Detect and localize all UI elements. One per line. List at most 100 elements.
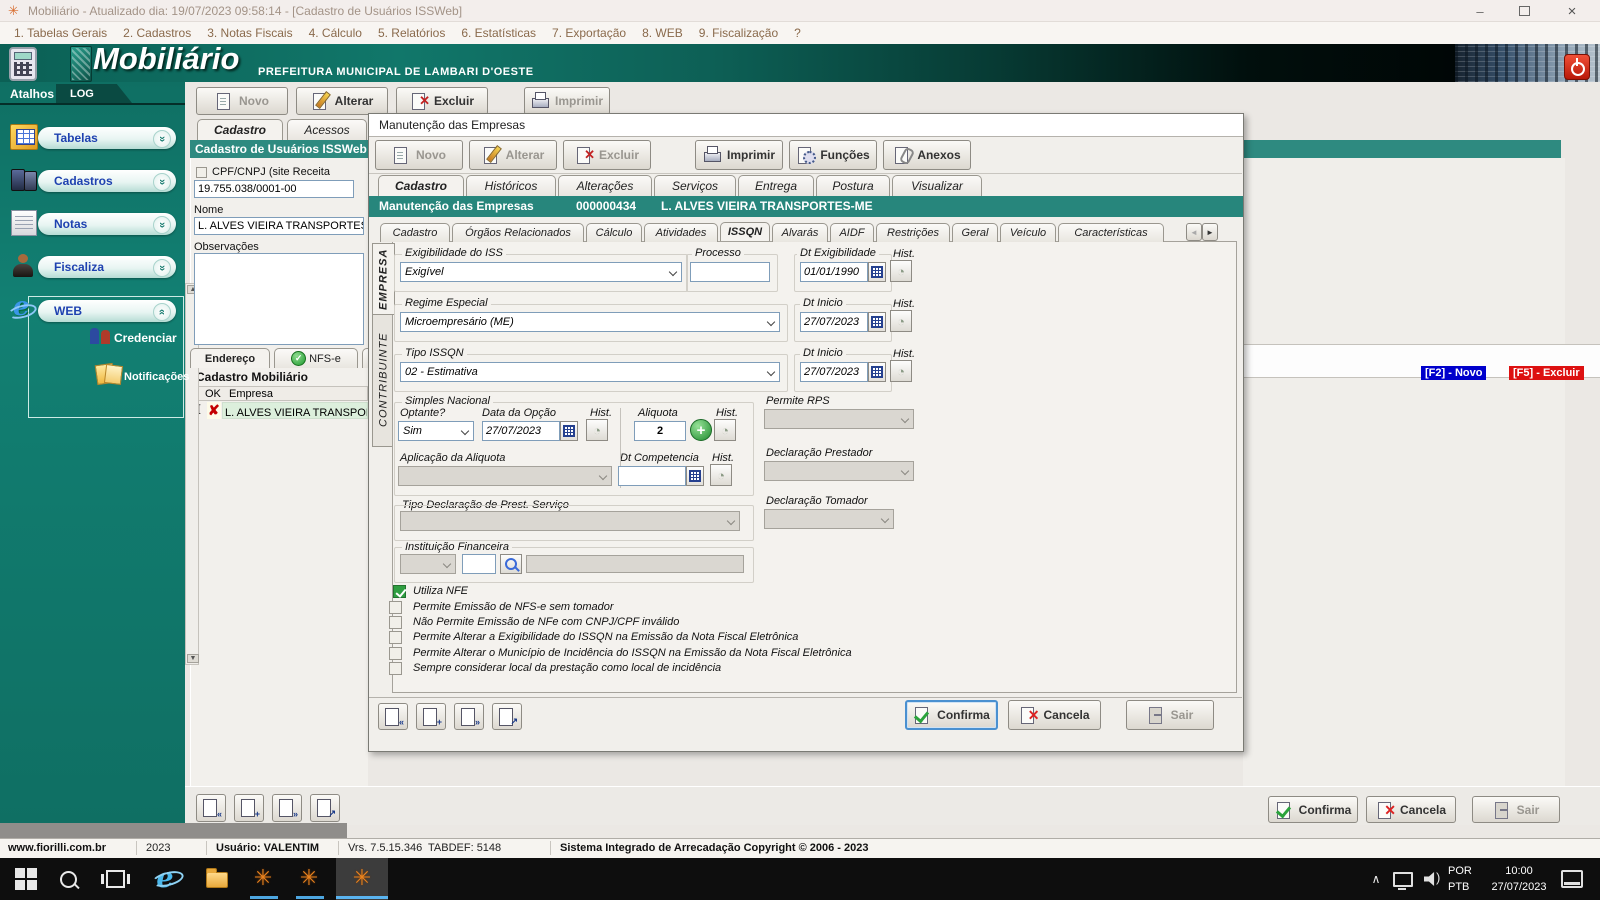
sidebar-item-notificacoes[interactable]: Notificações [124, 371, 189, 383]
dt-exigibilidade-input[interactable]: 01/01/1990 [800, 262, 868, 282]
taskbar-app3-button[interactable]: ✳ [347, 862, 377, 894]
excluir-button[interactable]: Excluir [396, 87, 488, 115]
processo-input[interactable] [690, 262, 770, 282]
record-last-button[interactable]: ↗ [492, 703, 522, 730]
novo-button[interactable]: Novo [196, 87, 288, 115]
instituicao-codigo-input[interactable] [462, 554, 496, 574]
issqn-tab-geral[interactable]: Geral [952, 223, 998, 242]
dialog-confirma-button[interactable]: Confirma [905, 700, 998, 730]
issqn-tab-restricoes[interactable]: Restrições [876, 223, 950, 242]
chevron-down-icon[interactable]: » [153, 259, 171, 277]
hist-button[interactable]: ◔ [710, 464, 732, 486]
tipo-issqn-select[interactable]: 02 - Estimativa [400, 362, 780, 382]
taskbar-app1-button[interactable]: ✳ [248, 862, 278, 894]
dialog-tab-visualizar[interactable]: Visualizar [892, 175, 982, 196]
tray-network-button[interactable] [1392, 870, 1414, 890]
menu-item-calculo[interactable]: 4. Cálculo [301, 26, 370, 40]
main-confirma-button[interactable]: Confirma [1268, 796, 1358, 823]
close-button[interactable]: × [1552, 0, 1592, 22]
restore-button[interactable] [1506, 0, 1542, 22]
start-button[interactable] [8, 868, 44, 890]
calendar-icon[interactable] [868, 262, 886, 282]
tab-nfse[interactable]: ✓ NFS-e [274, 348, 358, 368]
tray-expand-button[interactable]: ∧ [1366, 870, 1386, 888]
side-tab-empresa[interactable]: EMPRESA [372, 243, 395, 315]
permite-rps-select[interactable] [764, 409, 914, 429]
aliquota-input[interactable]: 2 [634, 421, 686, 441]
alterar-button[interactable]: Alterar [296, 87, 388, 115]
hist-button[interactable]: ◔ [890, 260, 912, 282]
hist-button[interactable]: ◔ [714, 419, 736, 441]
chevron-down-icon[interactable]: » [153, 130, 171, 148]
issqn-tab-issqn[interactable]: ISSQN [720, 222, 770, 241]
regime-select[interactable]: Microempresário (ME) [400, 312, 780, 332]
menu-item-relatorios[interactable]: 5. Relatórios [370, 26, 453, 40]
tipo-dt-input[interactable]: 27/07/2023 [800, 362, 868, 382]
instituicao-select[interactable] [400, 554, 456, 574]
checkbox-alterar-municipio[interactable] [389, 647, 402, 660]
declaracao-prestador-select[interactable] [764, 461, 914, 481]
dialog-novo-button[interactable]: Novo [375, 140, 463, 170]
sidebar-item-credenciar[interactable]: Credenciar [114, 331, 177, 345]
menu-item-fiscalizacao[interactable]: 9. Fiscalização [691, 26, 786, 40]
tipo-declaracao-select[interactable] [400, 511, 740, 531]
dialog-tab-alteracoes[interactable]: Alterações [558, 175, 652, 196]
main-record-next-button[interactable]: » [272, 794, 302, 822]
taskbar-search-button[interactable] [56, 870, 80, 888]
observacoes-textarea[interactable] [194, 253, 364, 345]
menu-item-cadastros[interactable]: 2. Cadastros [115, 26, 199, 40]
menu-item-notas-fiscais[interactable]: 3. Notas Fiscais [199, 26, 300, 40]
search-button[interactable] [500, 554, 522, 574]
menu-item-tabelas-gerais[interactable]: 1. Tabelas Gerais [6, 26, 115, 40]
action-center-button[interactable] [1560, 870, 1584, 888]
menu-item-help[interactable]: ? [786, 26, 809, 40]
record-next-button[interactable]: » [454, 703, 484, 730]
calendar-icon[interactable] [686, 466, 704, 486]
nome-input[interactable]: L. ALVES VIEIRA TRANSPORTES-ME [194, 217, 364, 235]
dialog-tab-servicos[interactable]: Serviços [654, 175, 736, 196]
checkbox-alterar-exigibilidade[interactable] [389, 631, 402, 644]
chevron-down-icon[interactable]: » [153, 173, 171, 191]
main-record-insert-button[interactable]: + [234, 794, 264, 822]
hist-button[interactable]: ◔ [890, 310, 912, 332]
tab-acessos[interactable]: Acessos [287, 119, 367, 140]
scroll-down-icon[interactable]: ▼ [187, 654, 199, 663]
dialog-titlebar[interactable]: Manutenção das Empresas [369, 114, 1243, 137]
dialog-anexos-button[interactable]: Anexos [883, 140, 971, 170]
imprimir-button[interactable]: Imprimir [524, 87, 610, 115]
dialog-alterar-button[interactable]: Alterar [469, 140, 557, 170]
optante-select[interactable]: Sim [398, 421, 474, 441]
cpf-checkbox[interactable] [196, 167, 207, 178]
chevron-down-icon[interactable]: » [153, 216, 171, 234]
dialog-excluir-button[interactable]: Excluir [563, 140, 651, 170]
dialog-imprimir-button[interactable]: Imprimir [695, 140, 783, 170]
exigibilidade-select[interactable]: Exigível [400, 262, 682, 282]
tray-language-button[interactable]: POR PTB [1448, 863, 1482, 895]
main-record-last-button[interactable]: ↗ [310, 794, 340, 822]
dialog-tab-postura[interactable]: Postura [816, 175, 890, 196]
issqn-tab-cadastro[interactable]: Cadastro [380, 223, 450, 242]
main-cancela-button[interactable]: Cancela [1366, 796, 1456, 823]
dialog-tab-entrega[interactable]: Entrega [738, 175, 814, 196]
menu-item-estatisticas[interactable]: 6. Estatísticas [453, 26, 544, 40]
checkbox-local-prestacao[interactable] [389, 662, 402, 675]
dialog-tab-historicos[interactable]: Históricos [466, 175, 556, 196]
tray-clock-button[interactable]: 10:00 27/07/2023 [1482, 863, 1556, 895]
calendar-icon[interactable] [560, 421, 578, 441]
main-record-first-button[interactable]: « [196, 794, 226, 822]
record-first-button[interactable]: « [378, 703, 408, 730]
add-aliquota-button[interactable]: + [690, 419, 712, 441]
declaracao-tomador-select[interactable] [764, 509, 894, 529]
cpf-input[interactable]: 19.755.038/0001-00 [194, 180, 354, 198]
issqn-tab-calculo[interactable]: Cálculo [586, 223, 642, 242]
chevron-up-icon[interactable]: » [153, 303, 171, 321]
issqn-tab-veiculo[interactable]: Veículo [1000, 223, 1056, 242]
main-sair-button[interactable]: Sair [1472, 796, 1560, 823]
minimize-button[interactable]: – [1462, 0, 1498, 22]
tray-volume-button[interactable]: ) [1420, 870, 1442, 887]
hist-button[interactable]: ◔ [586, 419, 608, 441]
dialog-cancela-button[interactable]: Cancela [1008, 700, 1101, 730]
checkbox-nfse-sem-tomador[interactable] [389, 601, 402, 614]
calendar-icon[interactable] [868, 362, 886, 382]
dt-competencia-input[interactable] [618, 466, 686, 486]
